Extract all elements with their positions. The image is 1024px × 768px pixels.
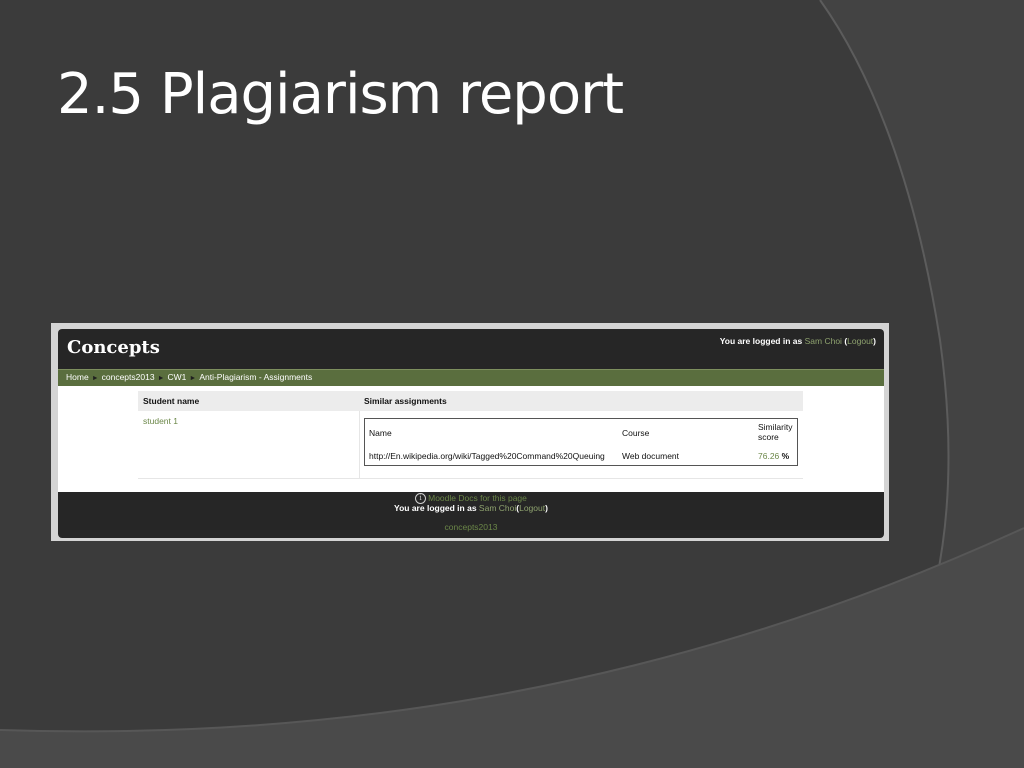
- screenshot-frame: Concepts You are logged in as Sam Choi (…: [51, 323, 889, 541]
- triangle-right-icon: ►: [157, 375, 165, 382]
- footer-user-link[interactable]: Sam Choi: [479, 503, 516, 513]
- plagiarism-table: Student name Similar assignments student…: [138, 391, 803, 479]
- table-header: Student name Similar assignments: [138, 391, 803, 411]
- score-unit: %: [781, 451, 790, 461]
- similarity-score: 76.26 %: [758, 451, 789, 461]
- breadcrumb: Home ► concepts2013 ► CW1 ► Anti-Plagiarism - …: [58, 369, 884, 386]
- score-value[interactable]: 76.26: [758, 451, 779, 461]
- col-student-name: Student name: [143, 396, 200, 406]
- paren-close: ): [873, 336, 876, 346]
- moodle-page: Concepts You are logged in as Sam Choi (…: [58, 329, 884, 538]
- match-course: Web document: [622, 451, 680, 461]
- site-footer: i Moodle Docs for this page You are logge…: [58, 492, 884, 538]
- match-url: http://En.wikipedia.org/wiki/Tagged%20Co…: [369, 451, 605, 461]
- col-similar-assignments: Similar assignments: [364, 396, 447, 406]
- inner-col-similarity-2: score: [758, 432, 779, 442]
- column-divider: [359, 411, 360, 478]
- triangle-right-icon: ►: [189, 375, 197, 382]
- login-prefix: You are logged in as: [719, 336, 803, 346]
- inner-col-similarity-1: Similarity: [758, 422, 793, 432]
- breadcrumb-home[interactable]: Home: [66, 372, 89, 382]
- footer-course-link[interactable]: concepts2013: [58, 522, 884, 532]
- breadcrumb-current: Anti-Plagiarism - Assignments: [199, 372, 313, 382]
- breadcrumb-course[interactable]: concepts2013: [102, 372, 155, 382]
- logout-link[interactable]: Logout: [847, 336, 873, 346]
- student-link[interactable]: student 1: [143, 416, 178, 426]
- similar-assignments-table: Name Course Similarity score http://En.w…: [364, 418, 798, 466]
- site-logo[interactable]: Concepts: [67, 337, 160, 358]
- site-header: Concepts You are logged in as Sam Choi (…: [58, 329, 884, 369]
- footer-logout-link[interactable]: Logout: [519, 503, 545, 513]
- breadcrumb-cw1[interactable]: CW1: [168, 372, 187, 382]
- triangle-right-icon: ►: [91, 375, 99, 382]
- user-name-link[interactable]: Sam Choi: [805, 336, 842, 346]
- moodle-docs-link[interactable]: Moodle Docs for this page: [428, 493, 527, 503]
- footer-login-prefix: You are logged in as: [394, 503, 477, 513]
- footer-login-info: You are logged in as Sam Choi(Logout): [58, 503, 884, 513]
- slide-title: 2.5 Plagiarism report: [57, 62, 624, 127]
- login-info: You are logged in as Sam Choi (Logout): [720, 336, 876, 346]
- inner-col-name: Name: [369, 428, 392, 438]
- footer-paren-close: ): [545, 503, 548, 513]
- inner-col-course: Course: [622, 428, 650, 438]
